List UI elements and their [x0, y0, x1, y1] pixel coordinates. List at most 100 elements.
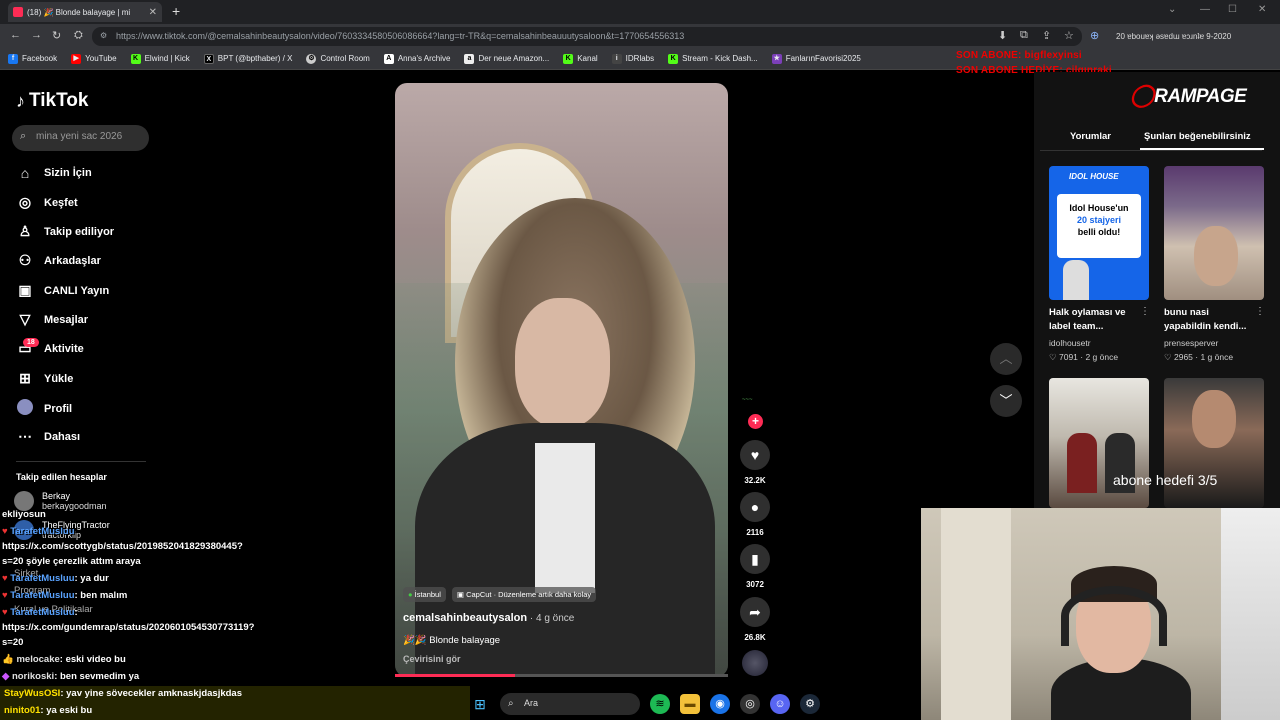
bookmark-facebook[interactable]: f Facebook — [8, 53, 57, 64]
like-count: 32.2K — [744, 476, 766, 485]
location-tag[interactable]: ● İstanbul — [403, 587, 446, 602]
more-options-icon[interactable]: ⋮ — [1255, 306, 1265, 317]
tab-search-icon[interactable]: ⌄ — [1168, 4, 1176, 15]
video-card-thumbnail[interactable]: IDOL HOUSE Idol House'un 20 stajyeri bel… — [1049, 166, 1149, 300]
install-icon[interactable]: ⬇ — [998, 29, 1007, 42]
tiktok-logo[interactable]: ♪ TikTok — [16, 90, 88, 112]
bookmark-x-bpt[interactable]: X BPT (@bpthaber) / X — [203, 53, 292, 64]
like-button[interactable]: ♥ 32.2K — [740, 440, 770, 485]
browser-tab-bar: (18) 🎉 Blonde balayage | mi ✕ + ⌄ — ☐ ✕ — [0, 0, 1280, 24]
tab-you-may-like[interactable]: Şunları beğenebilirsiniz — [1144, 131, 1251, 142]
thumbnail-person — [1063, 260, 1089, 300]
search-placeholder: mina yeni sac 2026 — [36, 131, 123, 142]
reload-icon[interactable]: ↻ — [52, 29, 61, 42]
share-icon[interactable]: ⇪ — [1042, 29, 1051, 42]
bookmark-star-icon[interactable]: ☆ — [1064, 29, 1074, 42]
share-button[interactable]: ➦ 26.8K — [740, 597, 770, 642]
spotify-icon[interactable]: ≋ — [650, 694, 670, 714]
close-window-icon[interactable]: ✕ — [1258, 4, 1266, 15]
obs-icon[interactable]: ◎ — [740, 694, 760, 714]
close-tab-icon[interactable]: ✕ — [149, 7, 157, 18]
nav-label: Arkadaşlar — [44, 254, 101, 267]
nav-label: Keşfet — [44, 196, 78, 209]
nav-live[interactable]: ▣ CANLI Yayın — [16, 282, 109, 299]
thumbnail-line: Idol House'un — [1069, 203, 1129, 213]
extension-icon[interactable]: ⛭ — [74, 29, 83, 42]
translate-icon[interactable]: ⧉ — [1020, 29, 1028, 42]
heart-icon: ♥ — [740, 440, 770, 470]
nav-following[interactable]: ♙ Takip ediliyor — [16, 223, 114, 240]
video-card-thumbnail[interactable] — [1049, 378, 1149, 508]
video-progress-bar[interactable] — [395, 674, 728, 677]
tab-comments[interactable]: Yorumlar — [1070, 131, 1111, 142]
address-bar[interactable]: ⚙ https://www.tiktok.com/@cemalsahinbeau… — [92, 27, 1082, 46]
live-tv-icon: ▣ — [18, 282, 32, 298]
bookmark-youtube[interactable]: ▶ YouTube — [71, 53, 117, 64]
file-explorer-icon[interactable]: ▬ — [680, 694, 700, 714]
video-card-thumbnail[interactable] — [1164, 378, 1264, 508]
steam-icon[interactable]: ⚙ — [800, 694, 820, 714]
bookmark-kick-dashboard[interactable]: K Stream - Kick Dash... — [668, 53, 758, 64]
see-translation-link[interactable]: Çevirisini gör — [403, 654, 461, 664]
next-video-button[interactable]: ﹀ — [990, 385, 1022, 417]
son-abone-text: SON ABONE: bigflexyinsi — [956, 50, 1082, 61]
nav-profile[interactable]: Profil — [16, 399, 72, 418]
video-card-user[interactable]: idolhousetr — [1049, 338, 1091, 348]
save-button[interactable]: ▮ 3072 — [740, 544, 770, 589]
minimize-icon[interactable]: — — [1200, 4, 1210, 15]
x-icon: X — [203, 53, 214, 64]
bookmark-label: Der neue Amazon... — [478, 54, 550, 63]
video-author[interactable]: cemalsahinbeautysalon · 4 g önce — [403, 612, 574, 624]
thumbnail-line: 20 stajyeri — [1076, 215, 1122, 225]
music-disc-icon[interactable] — [742, 650, 768, 676]
chat-username: TarafetMusluu — [10, 607, 75, 618]
more-options-icon[interactable]: ⋮ — [1140, 306, 1150, 317]
previous-video-button[interactable]: ︿ — [990, 343, 1022, 375]
bookmark-fanlarin-favorisi[interactable]: ★ FanlarınFavorisi2025 — [771, 53, 861, 64]
video-card-thumbnail[interactable] — [1164, 166, 1264, 300]
new-tab-icon[interactable]: + — [172, 3, 180, 19]
chat-line: ♥ TarafetMusluu: — [2, 607, 78, 618]
search-input[interactable]: ⌕ mina yeni sac 2026 — [12, 125, 149, 151]
nav-upload[interactable]: ⊞ Yükle — [16, 370, 73, 387]
account-handle: berkaygoodman — [42, 501, 107, 511]
video-card-title[interactable]: Halk oylaması ve label team... — [1049, 306, 1126, 334]
discord-icon[interactable]: ☺ — [770, 694, 790, 714]
bookmark-annas-archive[interactable]: A Anna's Archive — [383, 53, 450, 64]
thumbnail-line: belli oldu! — [1077, 227, 1121, 237]
maximize-icon[interactable]: ☐ — [1228, 4, 1237, 15]
back-icon[interactable]: ← — [10, 29, 21, 41]
comment-button[interactable]: ● 2116 — [740, 492, 770, 537]
followed-accounts-header: Takip edilen hesaplar — [16, 472, 107, 482]
bookmark-kanal[interactable]: K Kanal — [563, 53, 598, 64]
extension-puzzle-icon[interactable]: ⊕ — [1090, 29, 1099, 42]
youtube-icon: ▶ — [71, 53, 82, 64]
followed-account[interactable]: Berkay berkaygoodman — [14, 491, 107, 511]
author-avatar[interactable]: ~~~ — [742, 397, 768, 411]
video-card-user[interactable]: prensesperver — [1164, 338, 1218, 348]
bookmark-label: Elwind | Kick — [144, 54, 190, 63]
account-name: Berkay — [42, 491, 71, 501]
bookmark-amazon[interactable]: a Der neue Amazon... — [464, 53, 550, 64]
taskbar-search[interactable]: ⌕ Ara — [500, 693, 640, 715]
bookmark-kick-elwind[interactable]: K Elwind | Kick — [130, 53, 190, 64]
video-card-title[interactable]: bunu nasi yapabildin kendi... — [1164, 306, 1246, 334]
site-info-icon[interactable]: ⚙ — [100, 31, 107, 40]
capcut-tag[interactable]: ▣ CapCut · Düzenleme artık daha kolay — [451, 587, 597, 602]
nav-messages[interactable]: ▽ Mesajlar — [16, 311, 88, 328]
nav-explore[interactable]: ◎ Keşfet — [16, 194, 78, 211]
browser-tab[interactable]: (18) 🎉 Blonde balayage | mi ✕ — [8, 2, 162, 22]
chat-line: ♥ TarafetMusluu: ya dur — [2, 573, 109, 584]
bookmark-idrlabs[interactable]: i IDRlabs — [611, 53, 655, 64]
follow-plus-icon[interactable]: + — [748, 414, 763, 429]
chrome-icon[interactable]: ◉ — [710, 694, 730, 714]
forward-icon[interactable]: → — [31, 29, 42, 41]
bookmark-label: IDRlabs — [625, 54, 655, 63]
chat-text: : ya dur — [74, 573, 109, 584]
nav-for-you[interactable]: ⌂ Sizin İçin — [16, 165, 92, 181]
windows-start-icon[interactable]: ⊞ — [470, 694, 490, 714]
mirrored-overlay-text: 20 ɐbouɐʞ ǝsɐdɯ ɐɔɹnʇɐ 9-2020 — [1116, 32, 1232, 41]
nav-more[interactable]: ⋯ Dahası — [16, 428, 80, 445]
nav-friends[interactable]: ⚇ Arkadaşlar — [16, 252, 101, 269]
bookmark-control-room[interactable]: ⚙ Control Room — [306, 53, 370, 64]
